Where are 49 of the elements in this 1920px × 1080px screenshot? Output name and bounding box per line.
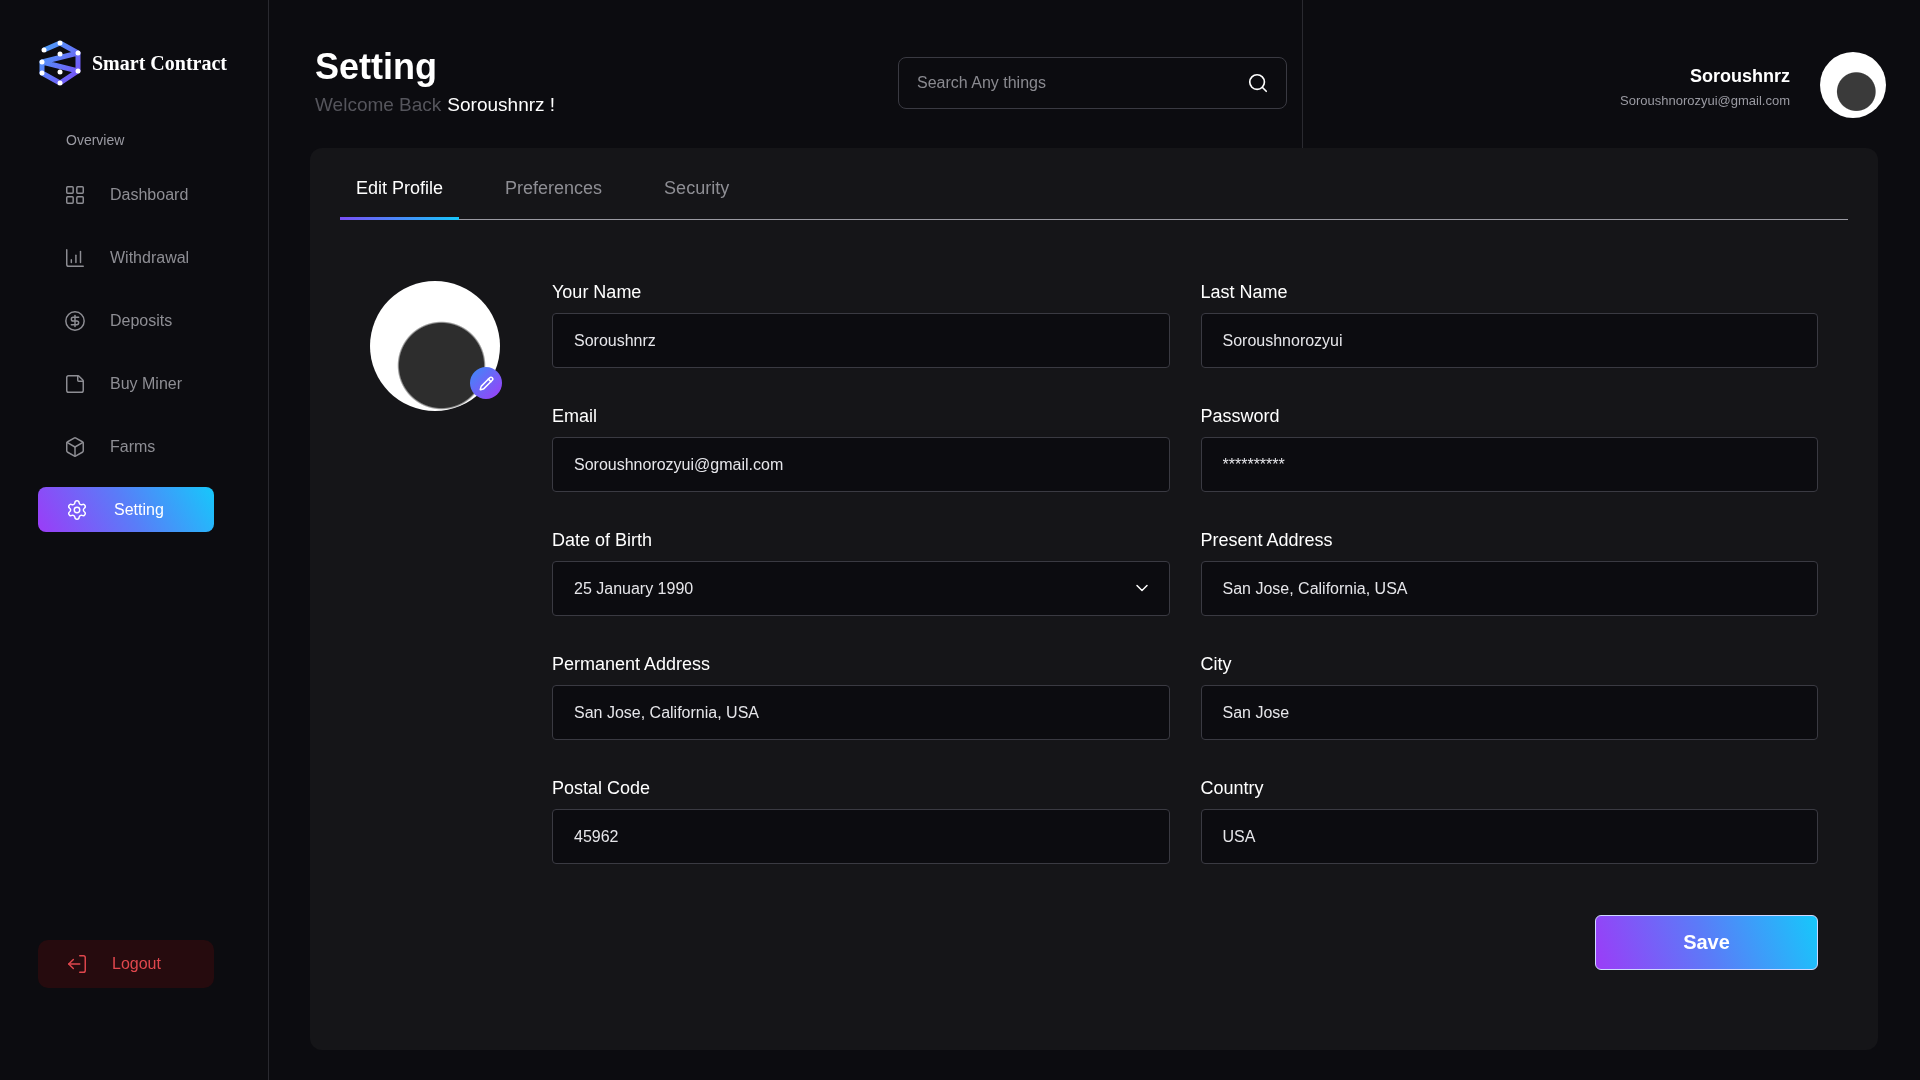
- save-button[interactable]: Save: [1595, 915, 1818, 970]
- input-field[interactable]: Soroushnorozyui: [1200, 313, 1818, 368]
- exit-icon: [66, 953, 88, 975]
- input-field[interactable]: San Jose, California, USA: [1200, 561, 1818, 616]
- input-field[interactable]: Soroushnorozyui@gmail.com: [552, 437, 1170, 492]
- welcome-name: Soroushnrz !: [447, 94, 556, 116]
- sidebar-item[interactable]: Withdrawal: [38, 235, 214, 280]
- date-select[interactable]: 25 January 1990: [552, 561, 1170, 616]
- edit-photo-button[interactable]: [470, 367, 502, 399]
- field-label: Permanent Address: [552, 653, 712, 675]
- field-label: Password: [1200, 405, 1281, 427]
- grid-icon: [64, 183, 86, 206]
- sidebar-item[interactable]: Dashboard: [38, 172, 214, 217]
- dollar-coin-icon: [64, 309, 86, 332]
- field-label: Present Address: [1200, 529, 1334, 551]
- cube-icon: [64, 435, 86, 458]
- section-label: Overview: [66, 132, 126, 148]
- field-label: Your Name: [552, 281, 643, 303]
- search-field[interactable]: Search Any things: [898, 57, 1287, 109]
- input-field[interactable]: Soroushnrz: [552, 313, 1170, 368]
- page-title: Setting: [315, 46, 438, 88]
- note-icon: [64, 372, 86, 395]
- brand-name: Smart Contract: [92, 51, 227, 75]
- user-name: Soroushnrz: [1690, 66, 1790, 87]
- field-label: Country: [1200, 777, 1265, 799]
- sidebar-item[interactable]: Farms: [38, 424, 214, 469]
- input-field[interactable]: San Jose, California, USA: [552, 685, 1170, 740]
- settings-icon: [66, 498, 88, 521]
- tab[interactable]: Edit Profile: [340, 178, 460, 220]
- logo-icon: [38, 40, 82, 86]
- field-label: Last Name: [1200, 281, 1289, 303]
- user-email: Soroushnorozyui@gmail.com: [1620, 93, 1790, 108]
- input-field[interactable]: USA: [1200, 809, 1818, 864]
- field-label: Date of Birth: [552, 529, 654, 551]
- field-label: Email: [552, 405, 598, 427]
- tab[interactable]: Security: [648, 178, 746, 220]
- field-label: Postal Code: [552, 777, 652, 799]
- sidebar-item[interactable]: Deposits: [38, 298, 214, 343]
- pencil-icon: [478, 375, 494, 391]
- logout-button[interactable]: Logout: [38, 940, 214, 988]
- input-field[interactable]: San Jose: [1200, 685, 1818, 740]
- welcome-text: Welcome Back: [315, 94, 442, 116]
- sidebar-item[interactable]: Buy Miner: [38, 361, 214, 406]
- input-field[interactable]: 45962: [552, 809, 1170, 864]
- tab[interactable]: Preferences: [489, 178, 619, 220]
- field-label: City: [1200, 653, 1233, 675]
- chart-icon: [64, 246, 86, 269]
- search-icon[interactable]: [1247, 72, 1269, 94]
- input-field[interactable]: **********: [1200, 437, 1818, 492]
